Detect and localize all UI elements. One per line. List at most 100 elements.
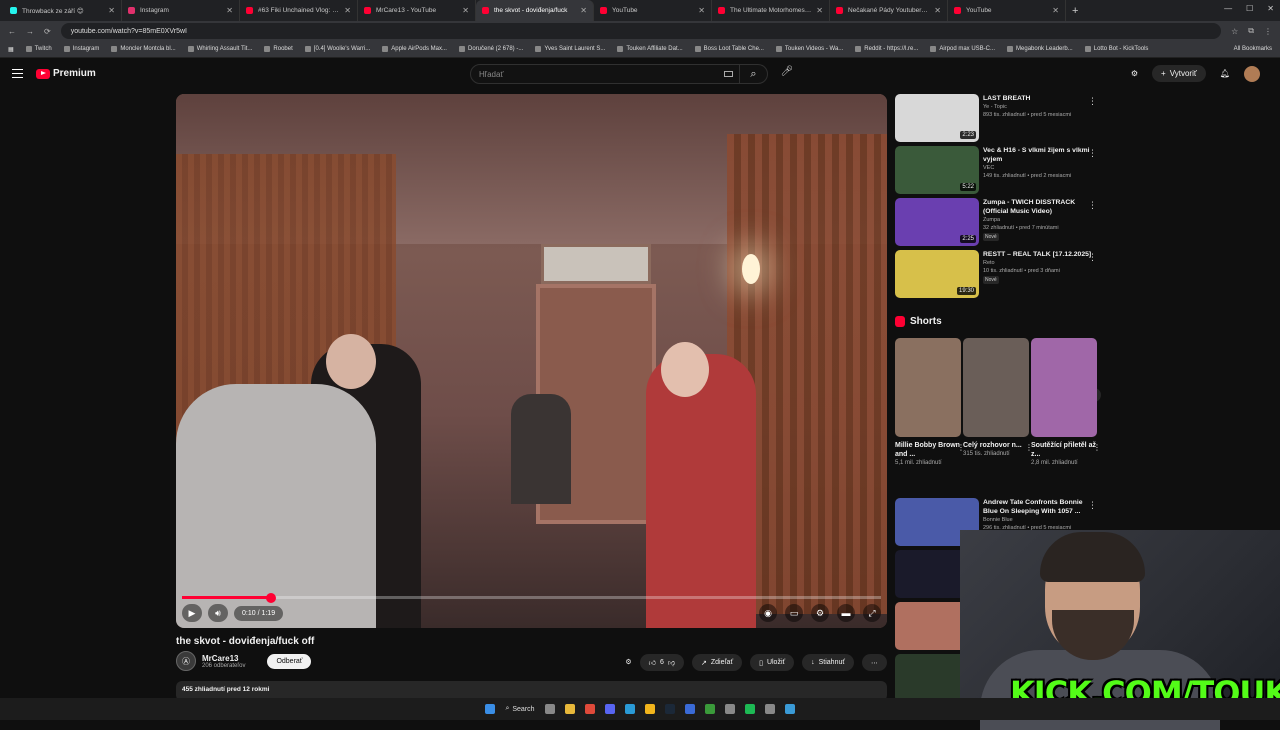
bookmark-item[interactable]: Boss Loot Table Che... xyxy=(694,46,764,52)
bookmark-item[interactable]: Apple AirPods Max... xyxy=(382,46,447,52)
edge-icon[interactable] xyxy=(624,704,635,714)
related-video-title[interactable]: Vec & H16 - S vlkmi žijem s vlkmi vyjem xyxy=(983,146,1095,164)
file-explorer-icon[interactable] xyxy=(564,704,575,714)
progress-knob[interactable] xyxy=(265,592,276,603)
tab-close-icon[interactable]: ✕ xyxy=(108,6,115,15)
related-video-channel[interactable]: Reto xyxy=(983,259,1095,267)
bookmark-item[interactable]: Roobet xyxy=(264,46,293,52)
more-options-icon[interactable]: ⋮ xyxy=(1093,443,1101,452)
short-thumbnail[interactable] xyxy=(895,338,961,437)
more-options-icon[interactable]: ⋮ xyxy=(1088,252,1097,263)
autoplay-toggle[interactable]: ◉ xyxy=(759,604,777,622)
more-options-icon[interactable]: ⋮ xyxy=(1088,96,1097,107)
volume-icon[interactable]: 🔊︎ xyxy=(208,604,228,622)
maximize-icon[interactable]: ☐ xyxy=(1246,4,1253,13)
browser-tab[interactable]: YouTube ✕ xyxy=(948,0,1066,21)
related-video-thumbnail[interactable]: 5:22 xyxy=(895,146,979,194)
browser-tab[interactable]: Instagram ✕ xyxy=(122,0,240,21)
related-video-channel[interactable]: Ye - Topic xyxy=(983,103,1095,111)
bookmark-item[interactable]: [0.4] Woolie's Warri... xyxy=(304,46,370,52)
subscribe-button[interactable]: Odberať xyxy=(267,653,312,669)
bookmark-item[interactable]: Twitch xyxy=(25,46,52,52)
hamburger-menu-icon[interactable] xyxy=(12,69,23,78)
minimize-icon[interactable]: — xyxy=(1224,4,1232,13)
browser-tab[interactable]: MrCare13 - YouTube ✕ xyxy=(358,0,476,21)
related-video-title[interactable]: Andrew Tate Confronts Bonnie Blue On Sle… xyxy=(983,498,1095,516)
xbox-icon[interactable] xyxy=(704,704,715,714)
browser-tab[interactable]: YouTube ✕ xyxy=(594,0,712,21)
star-icon[interactable]: ☆ xyxy=(1231,27,1238,36)
back-icon[interactable]: ← xyxy=(8,27,16,36)
tab-close-icon[interactable]: ✕ xyxy=(344,6,351,15)
tab-close-icon[interactable]: ✕ xyxy=(934,6,941,15)
video-player[interactable]: ▶ 🔊︎ 0:10 / 1:19 ◉ ▭ ⚙ ▬ ⤢ xyxy=(176,94,887,628)
settings-gear-icon[interactable]: ⚙ xyxy=(811,604,829,622)
progress-bar[interactable] xyxy=(182,592,881,603)
browser-tab[interactable]: The Ultimate Motorhomes Cha ✕ xyxy=(712,0,830,21)
channel-avatar[interactable]: Ⓐ xyxy=(176,651,196,671)
save-button[interactable]: ▯ Uložiť xyxy=(750,654,795,671)
short-thumbnail[interactable] xyxy=(1031,338,1097,437)
reload-icon[interactable]: ⟳ xyxy=(44,27,51,36)
related-video-thumbnail[interactable]: 2:23 xyxy=(895,94,979,142)
bookmark-item[interactable]: Reddit - https://l.re... xyxy=(855,46,918,52)
bookmark-item[interactable]: Airpod max USB-C... xyxy=(930,46,995,52)
bookmark-item[interactable]: Megabonk Leaderb... xyxy=(1007,46,1073,52)
more-actions-button[interactable]: ⋯ xyxy=(862,654,887,671)
related-video-title[interactable]: RESTT – REAL TALK [17.12.2025] xyxy=(983,250,1095,259)
account-avatar[interactable] xyxy=(1244,65,1260,82)
more-options-icon[interactable]: ⋮ xyxy=(1088,148,1097,159)
more-options-icon[interactable]: ⋮ xyxy=(1088,500,1097,511)
tab-close-icon[interactable]: ✕ xyxy=(580,6,587,15)
menu-icon[interactable]: ⋮ xyxy=(1264,27,1272,36)
all-bookmarks[interactable]: All Bookmarks xyxy=(1234,46,1272,52)
tab-close-icon[interactable]: ✕ xyxy=(462,6,469,15)
windows-start-icon[interactable] xyxy=(485,704,496,714)
short-title[interactable]: Celý rozhovor n... xyxy=(963,441,1029,450)
youtube-logo[interactable]: Premium xyxy=(36,68,96,79)
share-button[interactable]: ↗ Zdieľať xyxy=(692,654,743,671)
bookmark-item[interactable]: Moncler Montcla bl... xyxy=(111,46,176,52)
theater-mode-icon[interactable]: ▬ xyxy=(837,604,855,622)
subtitles-icon[interactable]: ▭ xyxy=(785,604,803,622)
related-video[interactable]: 19:30 RESTT – REAL TALK [17.12.2025] Reto 1… xyxy=(895,250,1105,298)
search-input[interactable]: Hľadať ⌕ xyxy=(470,64,768,84)
related-video-title[interactable]: LAST BREATH xyxy=(983,94,1095,103)
spotify-icon[interactable] xyxy=(744,704,755,714)
bookmark-item[interactable]: Whirling Assault Tit... xyxy=(187,46,252,52)
fullscreen-icon[interactable]: ⤢ xyxy=(863,604,881,622)
bookmark-item[interactable]: Touken Videos - Wa... xyxy=(775,46,843,52)
steam-icon[interactable] xyxy=(664,704,675,714)
short-title[interactable]: Millie Bobby Brown and ... xyxy=(895,441,961,459)
ai-icon[interactable]: ⚙ xyxy=(625,654,631,671)
browser-tab[interactable]: #63 Fiki Unchained Vlog: Dneš ✕ xyxy=(240,0,358,21)
chrome-icon[interactable] xyxy=(584,704,595,714)
related-video[interactable]: 2:25 Zumpa - TWICH DISSTRACK (Official Mu… xyxy=(895,198,1105,246)
play-button[interactable]: ▶ xyxy=(182,604,202,622)
related-video-channel[interactable]: VEC xyxy=(983,164,1095,172)
taskbar-search[interactable]: ⌕ Search xyxy=(505,705,534,713)
related-video-title[interactable]: Zumpa - TWICH DISSTRACK (Official Music … xyxy=(983,198,1095,216)
related-video-thumbnail[interactable]: 19:30 xyxy=(895,250,979,298)
browser-tab[interactable]: the skvot - doviđenja/fuck ✕ xyxy=(476,0,594,21)
bookmark-item[interactable]: Instagram xyxy=(63,46,99,52)
close-window-icon[interactable]: ✕ xyxy=(1267,4,1274,13)
bookmark-item[interactable]: Lotto Bot - KickTools xyxy=(1084,46,1148,52)
extensions-icon[interactable]: ⧉ xyxy=(1248,26,1254,36)
terminal-icon[interactable] xyxy=(764,704,775,714)
tab-close-icon[interactable]: ✕ xyxy=(1052,6,1059,15)
new-tab-button[interactable]: + xyxy=(1072,5,1078,17)
tab-close-icon[interactable]: ✕ xyxy=(698,6,705,15)
related-video-channel[interactable]: Zumpa xyxy=(983,216,1095,224)
app-icon[interactable] xyxy=(684,704,695,714)
like-button[interactable]: 👍︎ 6 👎︎ xyxy=(639,654,685,671)
short-item[interactable]: Millie Bobby Brown and ... 5,1 mil. zhlia… xyxy=(895,338,965,467)
related-video-thumbnail[interactable]: 2:25 xyxy=(895,198,979,246)
related-video[interactable]: 2:23 LAST BREATH Ye - Topic 893 tis. zhliad… xyxy=(895,94,1105,142)
forward-icon[interactable]: → xyxy=(26,27,34,36)
bookmark-item[interactable]: Touken Affiliate Dat... xyxy=(617,46,683,52)
more-options-icon[interactable]: ⋮ xyxy=(1088,200,1097,211)
cast-icon[interactable]: ⚙ xyxy=(1131,69,1138,78)
bookmark-item[interactable]: Yves Saint Laurent S... xyxy=(535,46,605,52)
short-item[interactable]: Soutěžící přiletěl až z... 2,8 mil. zhlia… xyxy=(1031,338,1101,467)
